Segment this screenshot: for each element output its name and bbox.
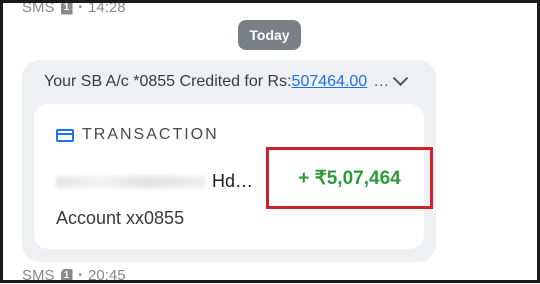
message-preview[interactable]: Your SB A/c *0855 Credited for Rs: 50746… <box>44 69 428 91</box>
transaction-card-title: TRANSACTION <box>82 126 219 143</box>
credit-card-icon <box>56 128 74 142</box>
account-number: Account xx0855 <box>56 208 185 228</box>
preview-ellipsis: … <box>373 73 390 90</box>
meta-separator: • <box>78 2 83 13</box>
credited-amount: + ₹5,07,464 <box>298 167 401 189</box>
redacted-merchant-text <box>56 176 206 189</box>
message-meta-bottom: SMS 1 • 20:45 <box>22 267 126 284</box>
amount-link[interactable]: 507464.00 <box>292 73 368 91</box>
meta-source: SMS <box>22 0 55 16</box>
transaction-card-header: TRANSACTION <box>56 126 219 144</box>
message-preview-text: Your SB A/c *0855 Credited for Rs: <box>44 73 292 90</box>
message-meta-top: SMS 1 • 14:28 <box>22 0 126 16</box>
sim-card-icon: 1 <box>60 0 73 15</box>
meta-time: 20:45 <box>88 267 126 284</box>
meta-separator: • <box>78 270 83 281</box>
merchant-name: Hd… <box>56 171 253 192</box>
date-divider-today: Today <box>238 20 301 50</box>
meta-time: 14:28 <box>88 0 126 16</box>
highlighted-amount-box: + ₹5,07,464 <box>266 147 433 209</box>
merchant-suffix: Hd… <box>212 171 254 191</box>
chevron-down-icon[interactable] <box>392 69 409 86</box>
meta-source: SMS <box>22 267 55 284</box>
sim-card-icon: 1 <box>60 268 73 283</box>
